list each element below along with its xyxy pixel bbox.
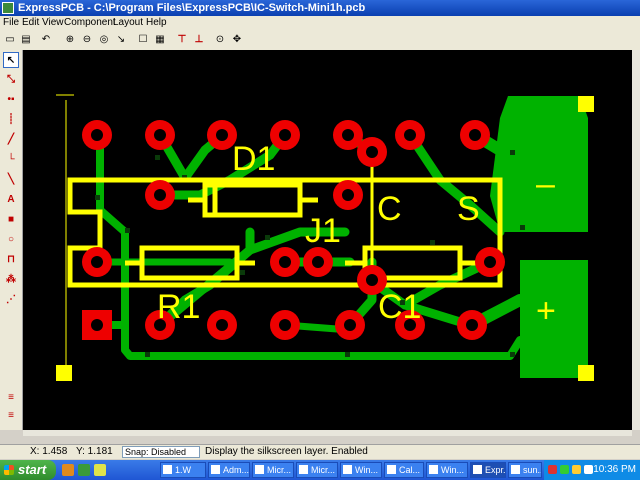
label-s: S bbox=[457, 190, 480, 228]
components-icon[interactable]: ▦ bbox=[152, 32, 168, 48]
menu-bar: File Edit View Component Layout Help bbox=[0, 16, 640, 30]
tray-icon[interactable] bbox=[560, 465, 569, 474]
via-tool-icon[interactable]: ⋰ bbox=[3, 292, 19, 308]
window-icon bbox=[255, 465, 264, 474]
taskbar-item[interactable]: Cal... bbox=[384, 462, 424, 478]
status-message: Display the silkscreen layer. Enabled bbox=[205, 446, 368, 457]
volume-icon[interactable] bbox=[584, 465, 593, 474]
tool-palette: ↖ ⤡ •▪ ┊ ╱ └ ╲ A ■ ○ ⊓ ⁂ ⋰ ≡ ≡ bbox=[0, 50, 23, 430]
clock: 10:36 PM bbox=[593, 464, 636, 475]
new-icon[interactable]: ▭ bbox=[2, 32, 18, 48]
status-y: Y: 1.181 bbox=[76, 446, 113, 457]
windows-logo-icon bbox=[4, 465, 14, 475]
layer-bottom-icon[interactable]: ≡ bbox=[3, 408, 19, 424]
start-button[interactable]: start bbox=[0, 460, 56, 480]
window-icon bbox=[429, 465, 438, 474]
quicklaunch-icon[interactable] bbox=[94, 464, 106, 476]
taskbar-item[interactable]: Micr... bbox=[296, 462, 338, 478]
toolbar: ▭ ▤ ↶ ⊕ ⊖ ◎ ↘ ☐ ▦ ⊤ ⊥ ⊙ ✥ bbox=[0, 30, 640, 51]
label-j1: J1 bbox=[305, 212, 341, 250]
pad-tool-icon[interactable]: •▪ bbox=[3, 92, 19, 108]
status-bar: X: 1.458 Y: 1.181 Snap: Disabled Display… bbox=[0, 444, 640, 459]
undo-icon[interactable]: ↶ bbox=[38, 32, 54, 48]
status-x: X: 1.458 bbox=[30, 446, 68, 457]
expresspcb-app-icon bbox=[2, 2, 14, 14]
quicklaunch-icon[interactable] bbox=[78, 464, 90, 476]
zoom-in-icon[interactable]: ⊕ bbox=[62, 32, 78, 48]
quicklaunch-icon[interactable] bbox=[62, 464, 74, 476]
layer-top-icon[interactable]: ≡ bbox=[3, 390, 19, 406]
select-icon[interactable]: ⊙ bbox=[212, 32, 228, 48]
window-icon bbox=[299, 465, 308, 474]
system-tray: 10:36 PM bbox=[544, 460, 640, 480]
line-tool-icon[interactable]: ╲ bbox=[3, 172, 19, 188]
trace-icon[interactable]: ⊥ bbox=[191, 32, 207, 48]
open-icon[interactable]: ▤ bbox=[18, 32, 34, 48]
fill-tool-icon[interactable]: ■ bbox=[3, 212, 19, 228]
pcb-drawing[interactable]: D1 J1 R1 C1 C S – + bbox=[23, 50, 632, 430]
title-bar: ExpressPCB - C:\Program Files\ExpressPCB… bbox=[0, 0, 640, 16]
taskbar-item[interactable]: sun... bbox=[508, 462, 542, 478]
menu-view[interactable]: View bbox=[42, 16, 64, 30]
window-icon bbox=[343, 465, 352, 474]
taskbar-item-expresspcb[interactable]: Expr... bbox=[470, 462, 506, 478]
taskbar-item[interactable]: Adm... bbox=[208, 462, 250, 478]
label-plus: + bbox=[536, 292, 556, 330]
taskbar-item[interactable]: 1.W bbox=[160, 462, 206, 478]
window-icon bbox=[511, 465, 520, 474]
menu-edit[interactable]: Edit bbox=[22, 16, 39, 30]
corner-tool-icon[interactable]: └ bbox=[3, 152, 19, 168]
zoom-window-icon[interactable]: ↘ bbox=[113, 32, 129, 48]
circle-tool-icon[interactable]: ○ bbox=[3, 232, 19, 248]
label-minus: – bbox=[536, 165, 555, 203]
vertical-scrollbar[interactable] bbox=[632, 50, 640, 430]
dimension-tool-icon[interactable]: ⊓ bbox=[3, 252, 19, 268]
label-c: C bbox=[377, 190, 402, 228]
taskbar-item[interactable]: Win... bbox=[340, 462, 382, 478]
taskbar: start 1.W Adm... Micr... Micr... Win... … bbox=[0, 460, 640, 480]
tray-icon[interactable] bbox=[572, 465, 581, 474]
pin-tool-icon[interactable]: ┊ bbox=[3, 112, 19, 128]
hole-tool-icon[interactable]: ⁂ bbox=[3, 272, 19, 288]
zoom-out-icon[interactable]: ⊖ bbox=[79, 32, 95, 48]
menu-help[interactable]: Help bbox=[146, 16, 167, 30]
text-tool-icon[interactable]: A bbox=[3, 192, 19, 208]
window-icon bbox=[211, 465, 220, 474]
component-tool-icon[interactable]: ⤡ bbox=[3, 72, 19, 88]
move-icon[interactable]: ✥ bbox=[229, 32, 245, 48]
pad-icon[interactable]: ⊤ bbox=[174, 32, 190, 48]
menu-component[interactable]: Component bbox=[64, 16, 116, 30]
horizontal-scrollbar[interactable] bbox=[23, 430, 632, 436]
taskbar-item[interactable]: Micr... bbox=[252, 462, 294, 478]
window-icon bbox=[387, 465, 396, 474]
label-d1: D1 bbox=[232, 140, 275, 178]
pcb-canvas[interactable]: D1 J1 R1 C1 C S – + bbox=[23, 50, 632, 430]
folder-icon bbox=[163, 465, 172, 474]
start-label: start bbox=[18, 462, 47, 477]
taskbar-item[interactable]: Win... bbox=[426, 462, 468, 478]
menu-layout[interactable]: Layout bbox=[113, 16, 143, 30]
menu-file[interactable]: File bbox=[3, 16, 19, 30]
trace-tool-icon[interactable]: ╱ bbox=[3, 132, 19, 148]
label-c1: C1 bbox=[378, 288, 421, 326]
zoom-fit-icon[interactable]: ◎ bbox=[96, 32, 112, 48]
label-r1: R1 bbox=[157, 288, 200, 326]
snap-select[interactable]: Snap: Disabled bbox=[122, 446, 200, 458]
window-title: ExpressPCB - C:\Program Files\ExpressPCB… bbox=[18, 2, 366, 14]
pointer-tool-icon[interactable]: ↖ bbox=[3, 52, 19, 68]
properties-icon[interactable]: ☐ bbox=[135, 32, 151, 48]
tray-icon[interactable] bbox=[548, 465, 557, 474]
pcb-icon bbox=[473, 465, 482, 474]
